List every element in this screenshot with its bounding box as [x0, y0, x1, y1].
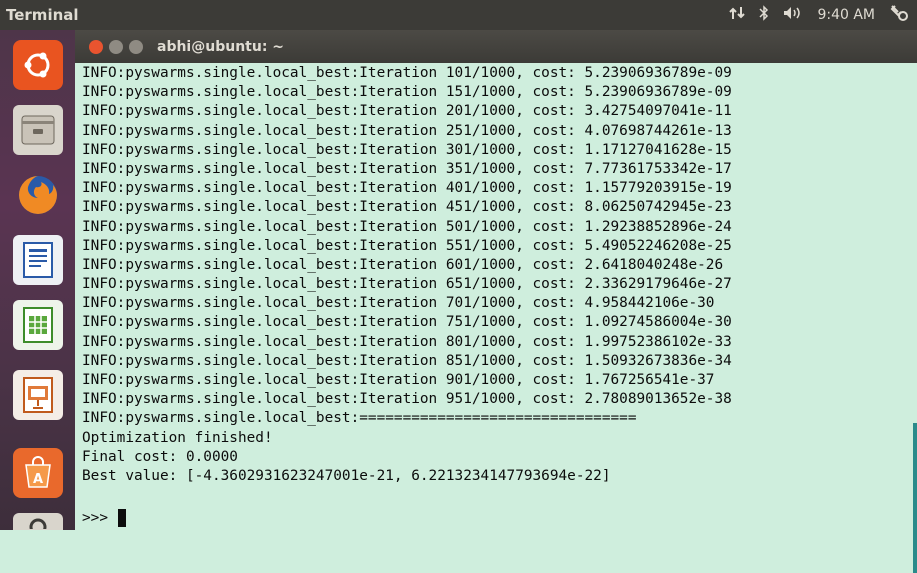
terminal-line: INFO:pyswarms.single.local_best:Iteratio… — [82, 65, 732, 81]
window-title: abhi@ubuntu: ~ — [157, 38, 285, 55]
terminal-line: Final cost: 0.0000 — [82, 448, 238, 465]
clock[interactable]: 9:40 AM — [817, 7, 875, 23]
terminal-line: INFO:pyswarms.single.local_best:Iteratio… — [82, 352, 732, 369]
terminal-line: INFO:pyswarms.single.local_best:Iteratio… — [82, 103, 732, 120]
app-title: Terminal — [6, 6, 79, 24]
terminal-line: INFO:pyswarms.single.local_best:Iteratio… — [82, 372, 715, 388]
terminal-line: INFO:pyswarms.single.local_best:Iteratio… — [82, 160, 732, 177]
close-button[interactable] — [89, 39, 103, 54]
minimize-button[interactable] — [109, 39, 123, 54]
network-arrows-icon[interactable] — [729, 6, 746, 24]
terminal-line: INFO:pyswarms.single.local_best:Iteratio… — [82, 141, 732, 158]
calc-icon[interactable] — [13, 300, 63, 350]
terminal-line: INFO:pyswarms.single.local_best:Iteratio… — [82, 333, 732, 350]
launcher: A — [0, 30, 75, 530]
top-panel: Terminal 9:40 AM — [0, 0, 917, 30]
settings-icon[interactable] — [13, 513, 63, 530]
terminal-line: INFO:pyswarms.single.local_best:Iteratio… — [82, 199, 732, 216]
prompt-line[interactable]: >>> — [82, 509, 126, 527]
terminal-line: Best value: [-4.3602931623247001e-21, 6.… — [82, 467, 611, 484]
terminal-line: INFO:pyswarms.single.local_best:Iteratio… — [82, 256, 724, 273]
impress-icon[interactable] — [13, 370, 63, 420]
firefox-icon[interactable] — [13, 170, 63, 220]
terminal-output: INFO:pyswarms.single.local_best:Iteratio… — [82, 64, 732, 486]
terminal-line: INFO:pyswarms.single.local_best:Iteratio… — [82, 237, 732, 254]
terminal-line: INFO:pyswarms.single.local_best:Iteratio… — [82, 314, 732, 331]
files-icon[interactable] — [13, 105, 63, 155]
terminal-line: INFO:pyswarms.single.local_best:========… — [82, 410, 637, 427]
volume-icon[interactable] — [783, 6, 803, 24]
terminal-titlebar: abhi@ubuntu: ~ — [75, 30, 917, 63]
system-tray: 9:40 AM — [729, 4, 909, 26]
terminal-line: INFO:pyswarms.single.local_best:Iteratio… — [82, 218, 732, 235]
software-center-icon[interactable]: A — [13, 448, 63, 498]
terminal-output-area[interactable]: INFO:pyswarms.single.local_best:Iteratio… — [75, 63, 917, 573]
terminal-line: INFO:pyswarms.single.local_best:Iteratio… — [82, 180, 732, 197]
terminal-line: INFO:pyswarms.single.local_best:Iteratio… — [82, 122, 732, 139]
scrollbar[interactable] — [913, 423, 917, 573]
bluetooth-icon[interactable] — [759, 5, 769, 25]
svg-text:A: A — [33, 472, 43, 487]
system-settings-icon[interactable] — [889, 4, 909, 26]
text-cursor — [118, 509, 126, 527]
terminal-line: Optimization finished! — [82, 429, 273, 446]
terminal-line: INFO:pyswarms.single.local_best:Iteratio… — [82, 295, 715, 312]
maximize-button[interactable] — [129, 39, 143, 54]
writer-icon[interactable] — [13, 235, 63, 285]
python-prompt: >>> — [82, 510, 108, 526]
terminal-line: INFO:pyswarms.single.local_best:Iteratio… — [82, 84, 732, 101]
terminal-line: INFO:pyswarms.single.local_best:Iteratio… — [82, 276, 732, 293]
terminal-line: INFO:pyswarms.single.local_best:Iteratio… — [82, 391, 732, 408]
ubuntu-dash-icon[interactable] — [13, 40, 63, 90]
